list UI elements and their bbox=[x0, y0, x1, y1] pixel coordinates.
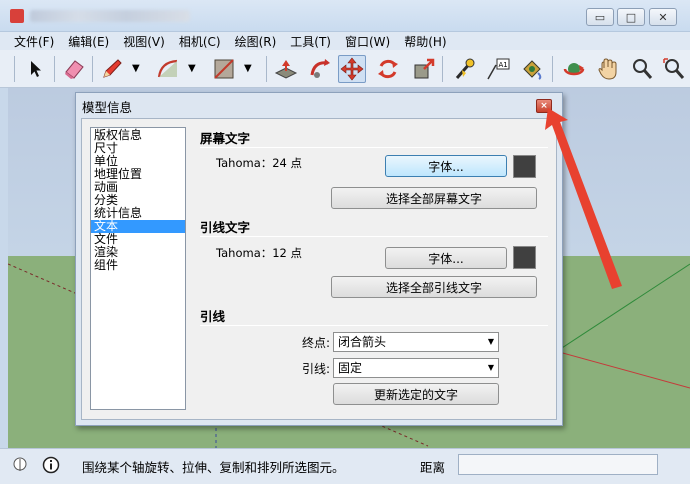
menu-file[interactable]: 文件(F) bbox=[14, 33, 54, 50]
leader-select[interactable]: 固定 ▼ bbox=[333, 358, 499, 378]
toolbar-separator bbox=[552, 56, 553, 82]
endpoint-label: 终点: bbox=[301, 336, 330, 350]
menu-tools[interactable]: 工具(T) bbox=[290, 33, 331, 50]
minimize-button[interactable]: ▭ bbox=[586, 8, 614, 26]
dialog-close-button[interactable]: × bbox=[536, 99, 552, 113]
arc-tool-icon[interactable] bbox=[154, 55, 182, 83]
update-selected-text-button[interactable]: 更新选定的文字 bbox=[333, 383, 499, 405]
select-all-screen-text-button[interactable]: 选择全部屏幕文字 bbox=[331, 187, 537, 209]
eraser-tool-icon[interactable] bbox=[60, 55, 88, 83]
geo-location-icon[interactable] bbox=[12, 456, 28, 474]
menu-edit[interactable]: 编辑(E) bbox=[68, 33, 109, 50]
select-all-leader-text-button[interactable]: 选择全部引线文字 bbox=[331, 276, 537, 298]
shape-dropdown-arrow-icon[interactable]: ▼ bbox=[244, 63, 252, 74]
paint-bucket-tool-icon[interactable] bbox=[518, 55, 546, 83]
menu-camera[interactable]: 相机(C) bbox=[179, 33, 221, 50]
screen-text-section-title: 屏幕文字 bbox=[200, 131, 251, 146]
text-tool-icon[interactable]: A1 bbox=[484, 55, 512, 83]
distance-label: 距离 bbox=[420, 460, 446, 475]
leader-text-section-title: 引线文字 bbox=[200, 220, 251, 235]
screen-text-color-swatch[interactable] bbox=[513, 155, 536, 178]
section-divider bbox=[200, 147, 548, 148]
menu-window[interactable]: 窗口(W) bbox=[345, 33, 390, 50]
screen-text-font-info: Tahoma：24 点 bbox=[216, 156, 303, 170]
toolbar: ▼ ▼ ▼ A1 bbox=[0, 50, 690, 88]
line-dropdown-arrow-icon[interactable]: ▼ bbox=[132, 63, 140, 74]
menu-help[interactable]: 帮助(H) bbox=[404, 33, 446, 50]
title-bar: ▭ □ ✕ bbox=[0, 0, 690, 32]
leader-text-font-button[interactable]: 字体... bbox=[385, 247, 507, 269]
close-window-button[interactable]: ✕ bbox=[649, 8, 677, 26]
zoom-tool-icon[interactable] bbox=[628, 55, 656, 83]
dialog-title: 模型信息 bbox=[82, 100, 133, 115]
chevron-down-icon: ▼ bbox=[487, 363, 494, 372]
status-bar: 围绕某个轴旋转、拉伸、复制和排列所选图元。 距离 bbox=[0, 448, 690, 484]
toolbar-separator bbox=[442, 56, 443, 82]
dialog-body: 版权信息 尺寸 单位 地理位置 动画 分类 统计信息 文本 文件 渲染 组件 屏… bbox=[81, 118, 557, 420]
menu-draw[interactable]: 绘图(R) bbox=[235, 33, 277, 50]
model-info-dialog: 模型信息 × 版权信息 尺寸 单位 地理位置 动画 分类 统计信息 文本 文件 … bbox=[75, 92, 563, 426]
category-list: 版权信息 尺寸 单位 地理位置 动画 分类 统计信息 文本 文件 渲染 组件 bbox=[90, 127, 186, 410]
category-components[interactable]: 组件 bbox=[91, 259, 185, 272]
maximize-button[interactable]: □ bbox=[617, 8, 645, 26]
push-pull-tool-icon[interactable] bbox=[272, 55, 300, 83]
rotate-tool-icon[interactable] bbox=[374, 55, 402, 83]
section-divider bbox=[200, 236, 548, 237]
distance-input[interactable] bbox=[458, 454, 658, 475]
pencil-line-tool-icon[interactable] bbox=[98, 55, 126, 83]
move-tool-icon[interactable] bbox=[338, 55, 366, 83]
pan-tool-icon[interactable] bbox=[594, 55, 622, 83]
svg-text:A1: A1 bbox=[499, 61, 508, 69]
endpoint-select[interactable]: 闭合箭头 ▼ bbox=[333, 332, 499, 352]
window-title-blurred bbox=[30, 10, 190, 22]
leader-text-color-swatch[interactable] bbox=[513, 246, 536, 269]
chevron-down-icon: ▼ bbox=[487, 337, 494, 346]
orbit-tool-icon[interactable] bbox=[560, 55, 588, 83]
tape-measure-tool-icon[interactable] bbox=[450, 55, 478, 83]
leader-text-font-info: Tahoma：12 点 bbox=[216, 246, 303, 260]
leader-label: 引线: bbox=[301, 362, 330, 376]
menu-view[interactable]: 视图(V) bbox=[123, 33, 165, 50]
section-divider bbox=[200, 325, 548, 326]
status-message: 围绕某个轴旋转、拉伸、复制和排列所选图元。 bbox=[82, 460, 345, 475]
close-icon: × bbox=[540, 101, 548, 111]
screen-text-font-button[interactable]: 字体... bbox=[385, 155, 507, 177]
rectangle-tool-icon[interactable] bbox=[210, 55, 238, 83]
arc-dropdown-arrow-icon[interactable]: ▼ bbox=[188, 63, 196, 74]
follow-me-tool-icon[interactable] bbox=[306, 55, 334, 83]
toolbar-separator bbox=[14, 56, 15, 82]
toolbar-separator bbox=[92, 56, 93, 82]
leader-section-title: 引线 bbox=[200, 309, 226, 324]
scale-tool-icon[interactable] bbox=[410, 55, 438, 83]
toolbar-separator bbox=[54, 56, 55, 82]
select-tool-icon[interactable] bbox=[22, 55, 50, 83]
zoom-extents-tool-icon[interactable] bbox=[660, 55, 688, 83]
app-icon bbox=[10, 9, 24, 23]
menu-bar: 文件(F) 编辑(E) 视图(V) 相机(C) 绘图(R) 工具(T) 窗口(W… bbox=[0, 32, 690, 50]
toolbar-separator bbox=[266, 56, 267, 82]
info-icon[interactable] bbox=[42, 456, 60, 474]
